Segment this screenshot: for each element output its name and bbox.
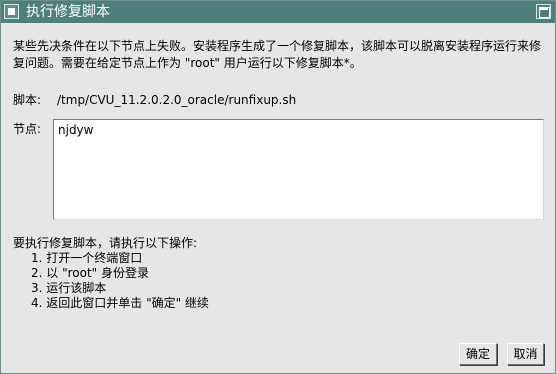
maximize-icon[interactable] <box>536 4 551 19</box>
step-item: 4. 返回此窗口并单击 "确定" 继续 <box>31 296 209 310</box>
fixup-script-dialog: 执行修复脚本 某些先决条件在以下节点上失败。安装程序生成了一个修复脚本，该脚本可… <box>0 0 556 374</box>
script-label: 脚本: <box>13 93 42 107</box>
instructions-heading: 要执行修复脚本，请执行以下操作: <box>13 236 198 250</box>
nodes-value: njdyw <box>58 123 94 137</box>
window-menu-icon[interactable] <box>4 4 19 19</box>
ok-button[interactable]: 确定 <box>459 343 497 365</box>
nodes-label: 节点: <box>13 122 42 136</box>
title-bar[interactable]: 执行修复脚本 <box>1 1 555 23</box>
window-title: 执行修复脚本 <box>26 4 110 20</box>
step-item: 2. 以 "root" 身份登录 <box>31 266 149 280</box>
step-item: 3. 运行该脚本 <box>31 281 107 295</box>
cancel-button[interactable]: 取消 <box>507 343 544 365</box>
nodes-textarea[interactable]: njdyw <box>53 119 544 220</box>
step-item: 1. 打开一个终端窗口 <box>31 251 143 265</box>
instructions-steps: 1. 打开一个终端窗口 2. 以 "root" 身份登录 3. 运行该脚本 4.… <box>31 251 209 311</box>
intro-text: 某些先决条件在以下节点上失败。安装程序生成了一个修复脚本，该脚本可以脱离安装程序… <box>13 39 542 70</box>
script-path: /tmp/CVU_11.2.0.2.0_oracle/runfixup.sh <box>57 93 297 107</box>
